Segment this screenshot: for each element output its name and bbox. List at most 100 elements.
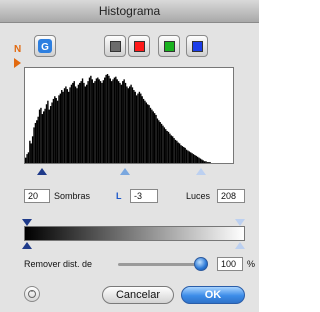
histogram-bar <box>81 78 84 163</box>
histogram-bar <box>38 109 41 163</box>
histogram-bar <box>69 87 71 163</box>
histogram-bar <box>102 80 105 163</box>
histogram-area <box>24 67 234 164</box>
highlights-slider-handle[interactable] <box>196 168 206 175</box>
histogram-bar <box>97 77 99 163</box>
output-white-handle[interactable] <box>235 219 245 226</box>
remove-value-input[interactable] <box>217 257 243 271</box>
histogram-bar <box>162 125 164 163</box>
shadows-label: Sombras <box>54 191 91 201</box>
shadows-slider-handle[interactable] <box>37 168 47 175</box>
histogram-bar <box>73 81 75 163</box>
histogram-bar <box>190 152 192 163</box>
histogram-bar <box>56 100 59 163</box>
histogram-bar <box>176 140 178 163</box>
histogram-bar <box>196 156 199 163</box>
histogram-bar <box>201 159 203 163</box>
blue-swatch <box>192 41 203 52</box>
output-gradient-bar <box>24 226 245 241</box>
histogram-bar <box>170 135 172 163</box>
histogram-bar <box>188 151 191 163</box>
histogram-bar <box>153 113 156 163</box>
histogram-bar <box>163 127 166 163</box>
histogram-bar <box>185 149 188 163</box>
histogram-bar <box>29 140 31 163</box>
histogram-bar <box>49 106 52 163</box>
remove-slider-knob[interactable] <box>194 257 208 271</box>
shadows-input[interactable] <box>24 189 50 203</box>
histogram-bar <box>134 91 136 163</box>
histogram-bar <box>88 77 91 163</box>
histogram-bar <box>27 152 30 163</box>
histogram-bar <box>158 120 160 163</box>
histogram-bar <box>65 86 67 163</box>
histogram-bar <box>130 84 132 163</box>
histogram-bar <box>72 82 74 163</box>
channel-gray-button[interactable] <box>104 35 126 57</box>
histogram-bar <box>144 100 146 163</box>
histogram-bar <box>127 88 129 163</box>
histogram-bar <box>198 157 200 163</box>
histogram-bar <box>116 79 118 163</box>
histogram-bar <box>52 98 55 163</box>
output-black-lower-handle[interactable] <box>22 242 32 249</box>
histogram-bar <box>192 154 195 163</box>
histogram-bar <box>112 79 114 163</box>
histogram-bar <box>181 146 184 163</box>
auto-adjust-button[interactable]: G <box>34 35 56 57</box>
histogram-bar <box>101 82 103 163</box>
histogram-bar <box>83 82 85 163</box>
red-swatch <box>134 41 145 52</box>
help-button[interactable] <box>24 286 40 302</box>
histogram-bar <box>51 102 53 163</box>
histogram-bar <box>171 136 174 163</box>
remove-label: Remover dist. de <box>24 259 93 269</box>
histogram-bar <box>135 95 138 163</box>
channel-red-button[interactable] <box>128 35 150 57</box>
ok-button[interactable]: OK <box>181 286 245 304</box>
histogram-bar <box>183 146 185 163</box>
svg-text:G: G <box>41 42 49 53</box>
histogram-bar <box>138 91 141 163</box>
histogram-bar <box>180 145 182 163</box>
histogram-bar <box>90 75 92 163</box>
histogram-bar <box>47 100 49 163</box>
histogram-bar <box>76 88 78 163</box>
gamma-slider-handle[interactable] <box>120 168 130 175</box>
histogram-bar <box>105 74 107 163</box>
histogram-bar <box>178 143 181 163</box>
histogram-bar <box>70 84 73 163</box>
histogram-bar <box>174 139 177 163</box>
highlights-input[interactable] <box>217 189 245 203</box>
histogram-bar <box>74 86 77 163</box>
histogram-bar <box>208 162 210 163</box>
histogram-bar <box>131 87 134 163</box>
histogram-bar <box>117 81 120 163</box>
histogram-bar <box>55 98 57 163</box>
histogram-bar <box>209 162 211 163</box>
histogram-bar <box>149 107 152 163</box>
histogram-bar <box>80 81 82 163</box>
channel-blue-button[interactable] <box>186 35 208 57</box>
histogram-bar <box>87 81 89 163</box>
histogram-bar <box>115 76 117 163</box>
gamma-label: L <box>116 191 122 201</box>
output-black-handle[interactable] <box>22 219 32 226</box>
histogram-bar <box>45 104 48 163</box>
histogram-bar <box>199 158 202 163</box>
gamma-input[interactable] <box>130 189 158 203</box>
channel-green-button[interactable] <box>158 35 180 57</box>
histogram-bar <box>34 122 37 163</box>
histogram-bar <box>159 122 161 163</box>
histogram-bar <box>92 82 95 163</box>
histogram-bar <box>98 79 100 163</box>
histogram-bar <box>44 108 46 163</box>
cancel-button[interactable]: Cancelar <box>102 286 174 304</box>
output-white-lower-handle[interactable] <box>235 242 245 249</box>
histogram-bar <box>110 81 113 163</box>
remove-unit-label: % <box>247 259 256 269</box>
histogram-bar <box>167 131 170 163</box>
histogram-bar <box>40 107 42 163</box>
n-marker: N <box>14 44 22 55</box>
histogram-bar <box>95 78 98 163</box>
